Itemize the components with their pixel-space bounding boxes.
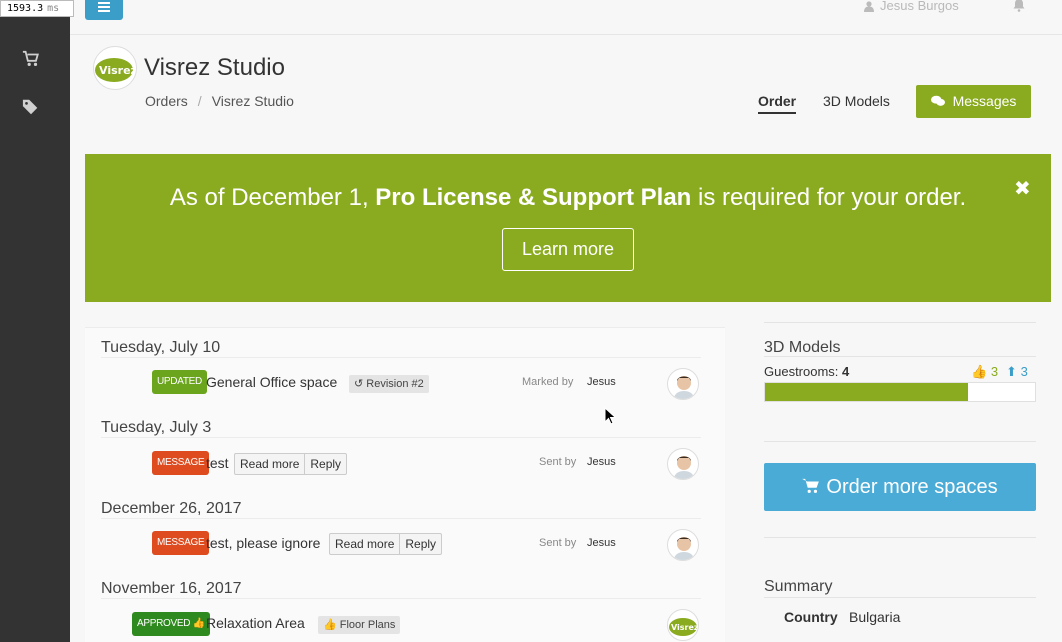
feed-author: Jesus [587,456,616,468]
divider [101,437,701,438]
reply-button[interactable]: Reply [399,534,441,554]
tags-icon[interactable] [22,98,44,120]
feed-item-title[interactable]: test [206,455,229,471]
right-panel: 3D Models Guestrooms: 4 👍 3 ⬆ 3 Order mor… [749,322,1062,642]
feed-meta: Sent by [539,456,577,468]
banner-text-bold: Pro License & Support Plan [375,184,692,211]
feed-meta: Sent by [539,537,577,549]
status-badge: UPDATED [152,370,207,394]
feed-date: Tuesday, July 3 [101,419,212,436]
divider [764,322,1036,323]
tab-order[interactable]: Order [758,93,797,114]
studio-logo: Visrez [93,46,137,90]
sidebar [0,0,70,642]
breadcrumb: Orders / Visrez Studio [145,93,294,109]
order-button-label: Order more spaces [826,476,998,498]
timer-unit: ms [47,3,60,14]
feed-date: Tuesday, July 10 [101,339,221,356]
feed-date: November 16, 2017 [101,580,242,597]
floor-plans-tag-label: Floor Plans [339,619,396,631]
thumbs-up-icon: 👍 [190,618,205,629]
message-actions: Read more Reply [234,453,348,475]
user-icon [864,1,874,13]
top-bar: Jesus Burgos [70,0,1062,35]
revision-tag-label: Revision #2 [366,378,424,390]
banner-text: As of December 1, Pro License & Support … [85,184,1051,212]
feed-date: December 26, 2017 [101,500,242,517]
feed-item-title[interactable]: General Office space [206,374,337,390]
messages-button-label: Messages [952,93,1017,109]
progress-fill [765,383,968,401]
logo-text: Visrez [99,64,137,77]
model-votes: 👍 3 ⬆ 3 [971,364,1028,380]
cart-icon [802,478,820,493]
summary-country-label: Country [784,609,838,625]
thumbs-up-icon: 👍 [971,364,988,379]
tab-3d-models[interactable]: 3D Models [823,93,890,109]
message-actions: Read more Reply [329,533,443,555]
revision-tag: ↺ Revision #2 [349,375,429,393]
thumbs-up-icon: 👍 [323,619,340,631]
mouse-cursor-icon [604,407,616,425]
feed-meta: Marked by [522,376,574,388]
revision-icon: ↺ [354,378,367,390]
floor-plans-tag: 👍 Floor Plans [318,616,401,634]
bell-icon[interactable] [1012,0,1026,12]
divider [764,537,1036,538]
guestrooms-label-text: Guestrooms: [764,364,839,379]
banner-text-before: As of December 1, [169,184,376,211]
activity-feed: Tuesday, July 10 UPDATED General Office … [85,327,725,642]
divider [101,357,701,358]
avatar [667,448,699,480]
guestrooms-label: Guestrooms: 4 [764,364,849,379]
breadcrumb-current: Visrez Studio [211,93,294,109]
reply-button[interactable]: Reply [304,454,346,474]
feed-item-title[interactable]: test, please ignore [206,535,320,551]
timer-value: 1593.3 [7,3,44,14]
divider [764,441,1036,442]
divider [101,598,701,599]
order-more-spaces-button[interactable]: Order more spaces [764,463,1036,511]
summary-country-value: Bulgaria [849,609,901,625]
guestrooms-count: 4 [842,364,850,379]
summary-title: Summary [764,578,833,595]
avatar [667,529,699,561]
messages-button[interactable]: Messages [916,85,1031,118]
divider [764,356,1036,357]
models-title: 3D Models [764,339,841,356]
cart-icon[interactable] [22,50,44,72]
avatar: Visrez [667,609,699,641]
divider [764,597,1036,598]
avatar [667,368,699,400]
menu-toggle-button[interactable] [85,0,123,20]
upvote-count: 3 [990,364,999,379]
breadcrumb-orders[interactable]: Orders [145,93,188,109]
feed-author: Jesus [587,537,616,549]
user-menu[interactable]: Jesus Burgos [864,0,959,13]
feed-item-title[interactable]: Relaxation Area [206,615,305,631]
arrow-up-circle-icon: ⬆ [1006,364,1017,379]
status-badge: MESSAGE [152,451,210,475]
status-badge-label: APPROVED [137,618,191,629]
render-timer: 1593.3 ms [0,0,74,17]
learn-more-button[interactable]: Learn more [502,228,634,271]
update-count: 3 [1020,364,1028,379]
breadcrumb-separator: / [197,93,202,109]
status-badge: MESSAGE [152,531,210,555]
license-banner: As of December 1, Pro License & Support … [85,154,1051,302]
guestrooms-progress [764,382,1036,402]
read-more-button[interactable]: Read more [235,454,304,474]
page-title: Visrez Studio [144,54,285,81]
read-more-button[interactable]: Read more [330,534,399,554]
feed-author: Jesus [587,376,616,388]
banner-text-after: is required for your order. [691,184,967,211]
status-badge: APPROVED 👍 [132,612,210,636]
page-header: Visrez Visrez Studio Orders / Visrez Studi… [70,36,1062,139]
close-icon[interactable]: ✖ [1014,176,1031,201]
comments-icon [930,95,945,106]
divider [101,518,701,519]
user-name: Jesus Burgos [880,0,959,13]
logo-text: Visrez [671,623,699,632]
